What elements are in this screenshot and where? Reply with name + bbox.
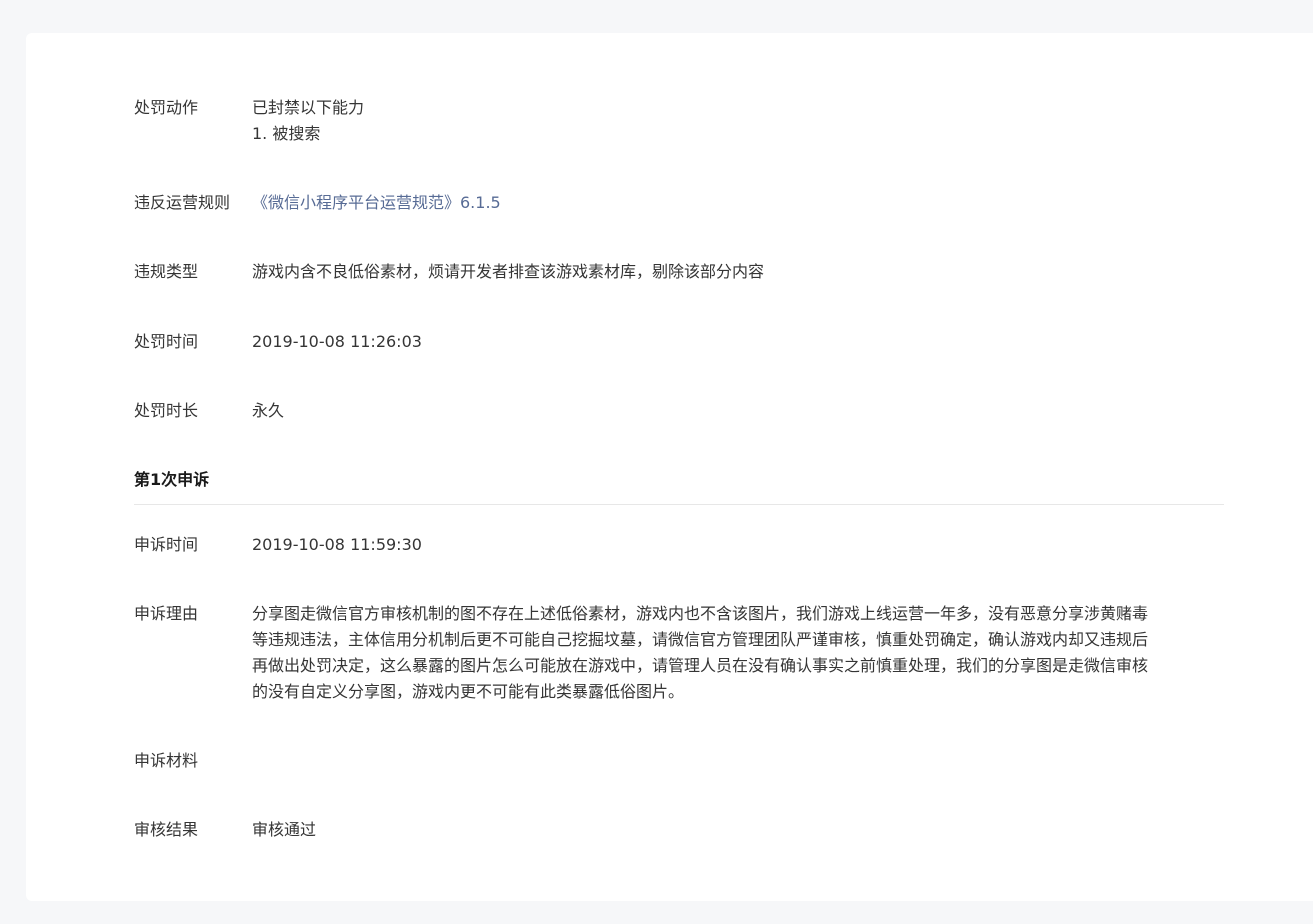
appeal-material-value — [252, 748, 1202, 774]
penalty-action-value: 已封禁以下能力 1. 被搜索 — [252, 95, 1202, 147]
penalty-action-line: 1. 被搜索 — [252, 124, 321, 143]
violation-type-value: 游戏内含不良低俗素材，烦请开发者排查该游戏素材库，剔除该部分内容 — [252, 262, 765, 281]
review-result-label: 审核结果 — [134, 820, 199, 839]
penalty-action-line: 已封禁以下能力 — [252, 98, 365, 117]
violation-type-row: 违规类型 游戏内含不良低俗素材，烦请开发者排查该游戏素材库，剔除该部分内容 — [134, 259, 1202, 285]
penalty-time-value: 2019-10-08 11:26:03 — [252, 332, 422, 351]
appeal-reason-label: 申诉理由 — [134, 604, 199, 623]
penalty-duration-row: 处罚时长 永久 — [134, 398, 1202, 424]
appeal-material-row: 申诉材料 — [134, 748, 1202, 774]
appeal-section-title: 第1次申诉 — [134, 470, 210, 489]
appeal-time-row: 申诉时间 2019-10-08 11:59:30 — [134, 532, 1202, 558]
review-result-row: 审核结果 审核通过 — [134, 817, 1202, 843]
section-divider — [134, 504, 1224, 505]
penalty-detail-card: 处罚动作 已封禁以下能力 1. 被搜索 违反运营规则 《微信小程序平台运营规范》… — [26, 33, 1313, 901]
appeal-time-value: 2019-10-08 11:59:30 — [252, 535, 422, 554]
appeal-reason-row: 申诉理由 分享图走微信官方审核机制的图不存在上述低俗素材，游戏内也不含该图片，我… — [134, 601, 1202, 705]
violated-rule-label: 违反运营规则 — [134, 193, 231, 212]
penalty-time-label: 处罚时间 — [134, 332, 199, 351]
penalty-time-row: 处罚时间 2019-10-08 11:26:03 — [134, 329, 1202, 355]
appeal-reason-line: 分享图走微信官方审核机制的图不存在上述低俗素材，游戏内也不含该图片，我们游戏上线… — [252, 604, 1149, 623]
penalty-duration-value: 永久 — [252, 401, 285, 420]
appeal-reason-line: 再做出处罚决定，这么暴露的图片怎么可能放在游戏中，请管理人员在没有确认事实之前慎… — [252, 656, 1149, 675]
violation-type-label: 违规类型 — [134, 262, 199, 281]
review-result-value: 审核通过 — [252, 820, 317, 839]
appeal-reason-line: 等违规违法，主体信用分机制后更不可能自己挖掘坟墓，请微信官方管理团队严谨审核，慎… — [252, 630, 1149, 649]
penalty-action-label: 处罚动作 — [134, 98, 199, 117]
appeal-reason-value: 分享图走微信官方审核机制的图不存在上述低俗素材，游戏内也不含该图片，我们游戏上线… — [252, 601, 1202, 705]
rule-link[interactable]: 《微信小程序平台运营规范》6.1.5 — [252, 193, 501, 212]
penalty-action-row: 处罚动作 已封禁以下能力 1. 被搜索 — [134, 95, 1202, 147]
appeal-reason-line: 的没有自定义分享图，游戏内更不可能有此类暴露低俗图片。 — [252, 682, 685, 701]
appeal-material-label: 申诉材料 — [134, 751, 199, 770]
violated-rule-value: 《微信小程序平台运营规范》6.1.5 — [252, 190, 1202, 216]
appeal-time-label: 申诉时间 — [134, 535, 199, 554]
penalty-duration-label: 处罚时长 — [134, 401, 199, 420]
violated-rule-row: 违反运营规则 《微信小程序平台运营规范》6.1.5 — [134, 190, 1202, 216]
